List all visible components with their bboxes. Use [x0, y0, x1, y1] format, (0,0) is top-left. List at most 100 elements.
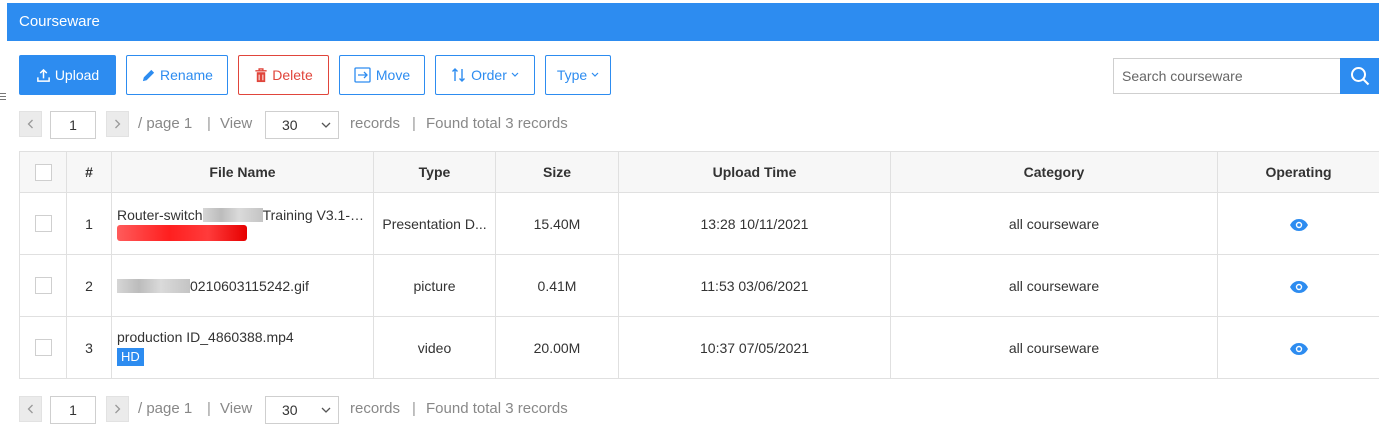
found-records-text: Found total 3 records — [426, 400, 568, 417]
chevron-down-icon — [321, 407, 331, 413]
file-name-prefix: Router-switch — [117, 206, 203, 223]
rename-label: Rename — [160, 67, 213, 83]
file-type: picture — [373, 254, 496, 317]
type-button[interactable]: Type — [545, 55, 611, 95]
type-label: Type — [556, 67, 588, 83]
per-page-select[interactable]: 30 — [265, 396, 339, 424]
redacted-text — [202, 207, 263, 222]
chevron-down-icon — [591, 72, 599, 77]
page-header: Courseware — [7, 3, 1379, 41]
found-records-text: Found total 3 records — [426, 115, 568, 132]
page-number-input[interactable] — [50, 111, 96, 139]
move-label: Move — [375, 67, 411, 83]
records-label: records — [350, 115, 401, 132]
file-name[interactable]: 0210603115242.gif — [117, 278, 369, 294]
page-title: Courseware — [19, 13, 100, 30]
row-checkbox[interactable] — [34, 215, 52, 233]
column-header-operating: Operating — [1217, 151, 1379, 193]
toolbar: Upload Rename Delete Move Order Type — [19, 55, 1379, 95]
row-select-cell — [19, 316, 67, 379]
move-button[interactable]: Move — [339, 55, 425, 95]
view-label: View — [220, 400, 253, 417]
search-button[interactable] — [1340, 58, 1379, 94]
pencil-icon — [142, 69, 155, 81]
category: all courseware — [890, 316, 1218, 379]
row-checkbox[interactable] — [34, 339, 52, 357]
order-label: Order — [471, 67, 507, 83]
hd-badge: HD — [117, 348, 144, 366]
upload-button[interactable]: Upload — [19, 55, 116, 95]
eye-icon[interactable] — [1289, 342, 1309, 356]
row-index: 3 — [66, 316, 112, 379]
table-row[interactable]: 2 0210603115242.gif picture 0.41M 11:53 … — [19, 254, 1379, 317]
category: all courseware — [890, 254, 1218, 317]
chevron-right-icon — [115, 119, 121, 129]
row-index: 2 — [66, 254, 112, 317]
delete-label: Delete — [272, 67, 313, 83]
file-name[interactable]: Router-switch Training V3.1-2... — [117, 207, 369, 223]
column-header-type: Type — [373, 151, 496, 193]
table-header-row: # File Name Type Size Upload Time Catego… — [19, 151, 1379, 193]
category: all courseware — [890, 192, 1218, 255]
row-select-cell — [19, 192, 67, 255]
file-name[interactable]: production ID_4860388.mp4 — [117, 329, 369, 345]
search-icon — [1350, 67, 1369, 86]
operating-cell — [1217, 316, 1379, 379]
column-header-index: # — [66, 151, 112, 193]
column-header-upload-time: Upload Time — [618, 151, 891, 193]
operating-cell — [1217, 254, 1379, 317]
move-icon — [354, 67, 371, 83]
file-type: video — [373, 316, 496, 379]
column-header-category: Category — [890, 151, 1218, 193]
redaction-mark — [117, 224, 247, 241]
file-name-cell[interactable]: Router-switch Training V3.1-2... — [111, 192, 374, 255]
page-count-text: / page 1 — [138, 115, 193, 132]
upload-time: 10:37 07/05/2021 — [618, 316, 891, 379]
upload-icon — [36, 68, 50, 82]
file-name-cell[interactable]: production ID_4860388.mp4 HD — [111, 316, 374, 379]
side-handle-icon[interactable] — [0, 93, 6, 105]
eye-icon[interactable] — [1289, 280, 1309, 294]
sort-icon — [452, 68, 466, 82]
eye-icon[interactable] — [1289, 218, 1309, 232]
next-page-button[interactable] — [106, 396, 129, 422]
upload-label: Upload — [54, 67, 100, 83]
file-size: 15.40M — [495, 192, 619, 255]
file-name-suffix: 0210603115242.gif — [190, 277, 309, 294]
prev-page-button[interactable] — [19, 396, 42, 422]
per-page-value: 30 — [282, 402, 298, 418]
file-size: 0.41M — [495, 254, 619, 317]
page-count-text: / page 1 — [138, 400, 193, 417]
next-page-button[interactable] — [106, 111, 129, 137]
records-label: records — [350, 400, 401, 417]
row-index: 1 — [66, 192, 112, 255]
delete-button[interactable]: Delete — [238, 55, 329, 95]
column-header-file-name: File Name — [111, 151, 374, 193]
courseware-table: # File Name Type Size Upload Time Catego… — [19, 151, 1379, 379]
redacted-text — [117, 278, 190, 293]
separator: | — [207, 115, 211, 132]
file-type: Presentation D... — [373, 192, 496, 255]
separator: | — [412, 115, 416, 132]
file-size: 20.00M — [495, 316, 619, 379]
table-row[interactable]: 1 Router-switch Training V3.1-2... Presen… — [19, 192, 1379, 255]
upload-time: 11:53 03/06/2021 — [618, 254, 891, 317]
prev-page-button[interactable] — [19, 111, 42, 137]
separator: | — [412, 400, 416, 417]
trash-icon — [255, 67, 267, 82]
table-row[interactable]: 3 production ID_4860388.mp4 HD video 20.… — [19, 316, 1379, 379]
order-button[interactable]: Order — [435, 55, 535, 95]
page-number-input[interactable] — [50, 396, 96, 424]
select-all-checkbox[interactable] — [34, 163, 52, 181]
per-page-select[interactable]: 30 — [265, 111, 339, 139]
search-input[interactable] — [1113, 58, 1341, 94]
chevron-left-icon — [27, 119, 33, 129]
row-select-cell — [19, 254, 67, 317]
rename-button[interactable]: Rename — [126, 55, 228, 95]
file-name-cell[interactable]: 0210603115242.gif — [111, 254, 374, 317]
chevron-left-icon — [27, 404, 33, 414]
view-label: View — [220, 115, 253, 132]
column-header-size: Size — [495, 151, 619, 193]
row-checkbox[interactable] — [34, 277, 52, 295]
chevron-right-icon — [115, 404, 121, 414]
